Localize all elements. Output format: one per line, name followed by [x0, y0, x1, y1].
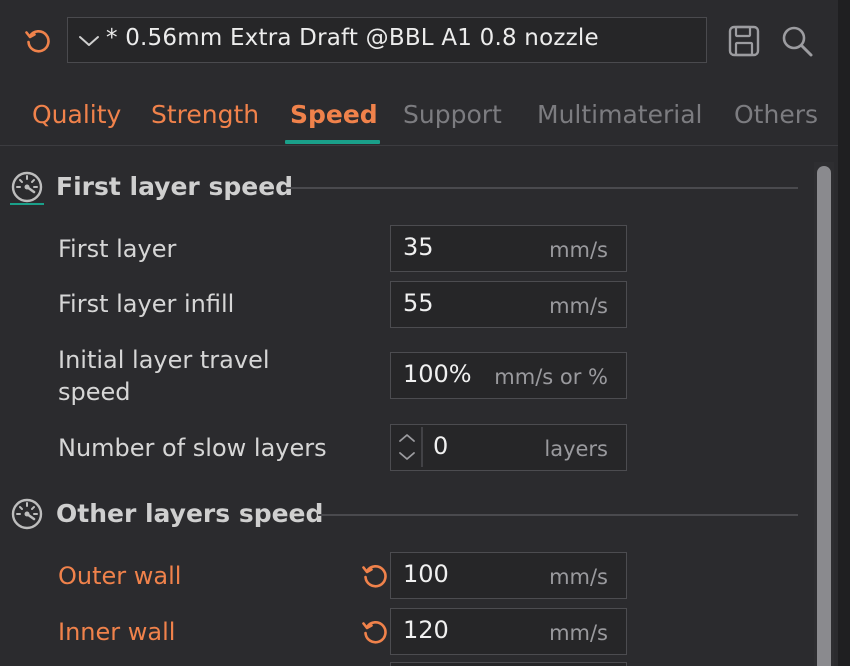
chevron-down-icon [79, 36, 99, 46]
preset-bar: * 0.56mm Extra Draft @BBL A1 0.8 nozzle [0, 0, 838, 82]
spin-arrows-icon[interactable] [391, 425, 423, 469]
field-unit: mm/s [549, 621, 608, 645]
process-settings-panel: * 0.56mm Extra Draft @BBL A1 0.8 nozzle … [0, 0, 850, 666]
tab-strength[interactable]: Strength [151, 100, 259, 129]
field-value: 0 [433, 432, 449, 460]
field-unit: mm/s [549, 565, 608, 589]
section-divider [318, 514, 798, 516]
speedometer-icon [11, 171, 43, 203]
reset-icon[interactable] [361, 618, 389, 646]
speedometer-icon [11, 498, 43, 530]
field-value: 55 [403, 289, 434, 317]
section-icon-underline [10, 203, 44, 205]
tab-quality[interactable]: Quality [32, 100, 121, 129]
field-unit: mm/s [549, 294, 608, 318]
field-unit: layers [544, 437, 608, 461]
label-inner-wall: Inner wall [58, 618, 176, 646]
label-outer-wall: Outer wall [58, 562, 182, 590]
slow-layers-spin-field[interactable]: 0 layers [390, 424, 627, 471]
section-title-other-layers-speed: Other layers speed [56, 499, 324, 528]
field-value: 120 [403, 616, 449, 644]
label-first-layer-infill: First layer infill [58, 290, 235, 318]
active-tab-indicator [285, 140, 380, 144]
field-unit: mm/s [549, 238, 608, 262]
search-icon[interactable] [780, 23, 814, 59]
section-divider [286, 187, 798, 189]
label-number-of-slow-layers: Number of slow layers [58, 434, 327, 462]
first-layer-infill-speed-field[interactable]: 55 mm/s [390, 281, 627, 328]
label-initial-layer-travel-speed-line2: speed [58, 378, 131, 406]
reset-icon[interactable] [24, 27, 52, 55]
panel-edge [838, 0, 850, 666]
preset-name: * 0.56mm Extra Draft @BBL A1 0.8 nozzle [106, 25, 599, 51]
tab-speed[interactable]: Speed [290, 100, 378, 129]
tab-others[interactable]: Others [734, 100, 818, 129]
scrollbar-thumb[interactable] [817, 166, 831, 666]
field-value: 100% [403, 360, 472, 388]
first-layer-speed-field[interactable]: 35 mm/s [390, 225, 627, 272]
field-value: 35 [403, 233, 434, 261]
section-title-first-layer-speed: First layer speed [56, 172, 294, 201]
label-initial-layer-travel-speed: Initial layer travel [58, 346, 270, 374]
field-value: 100 [403, 560, 449, 588]
tab-multimaterial[interactable]: Multimaterial [537, 100, 702, 129]
save-icon[interactable] [727, 23, 761, 59]
label-first-layer: First layer [58, 235, 177, 263]
inner-wall-speed-field[interactable]: 120 mm/s [390, 608, 627, 655]
settings-tabs: Quality Strength Speed Support Multimate… [0, 82, 838, 146]
preset-dropdown[interactable]: * 0.56mm Extra Draft @BBL A1 0.8 nozzle [67, 17, 707, 63]
field-unit: mm/s or % [494, 365, 608, 389]
reset-icon[interactable] [361, 562, 389, 590]
next-speed-field[interactable] [390, 662, 627, 666]
tab-support[interactable]: Support [403, 100, 502, 129]
outer-wall-speed-field[interactable]: 100 mm/s [390, 552, 627, 599]
initial-layer-travel-speed-field[interactable]: 100% mm/s or % [390, 352, 627, 399]
